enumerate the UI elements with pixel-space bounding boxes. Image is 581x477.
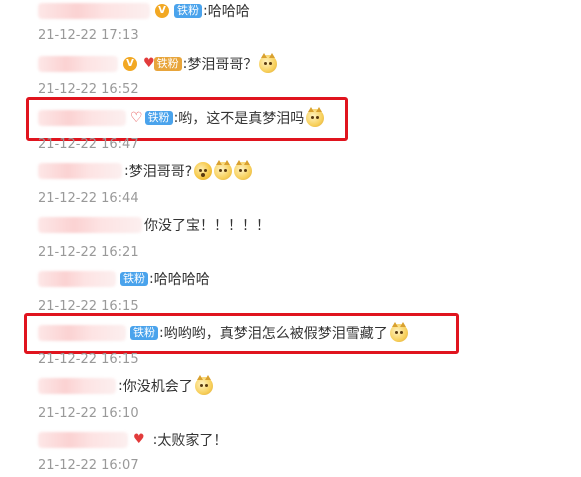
iron-fan-badge: 铁粉 [130, 326, 158, 340]
comment-time: 21-12-22 17:13 [38, 28, 139, 43]
username-blurred[interactable] [38, 378, 116, 394]
comment-text: 梦泪哥哥? [128, 164, 193, 180]
comment-text: 哟哟哟，真梦泪怎么被假梦泪雪藏了 [163, 326, 388, 342]
comment-text: 哟，这不是真梦泪吗 [178, 111, 305, 127]
comment-time: 21-12-22 16:21 [38, 245, 139, 260]
heart-icon: ♡ [130, 110, 143, 126]
dog-emoji-icon [214, 160, 233, 180]
comment-text: 哈哈哈 [207, 4, 250, 20]
comment-time: 21-12-22 16:52 [38, 82, 139, 97]
dog-emoji-icon [234, 160, 253, 180]
comment-7: 铁粉 : 哟哟哟，真梦泪怎么被假梦泪雪藏了 [38, 322, 408, 344]
comment-5: 你没了宝！！！！！ [38, 214, 270, 236]
comment-time: 21-12-22 16:47 [38, 137, 139, 152]
iron-fan-badge: 铁粉 [120, 272, 148, 286]
comment-text: 太败家了！ [157, 433, 228, 449]
vip-icon: V [155, 4, 169, 18]
comment-time: 21-12-22 16:15 [38, 352, 139, 367]
vip-icon: V [123, 57, 137, 71]
surprised-emoji-icon [194, 162, 213, 180]
username-blurred[interactable] [38, 217, 142, 233]
comment-time: 21-12-22 16:10 [38, 406, 139, 421]
iron-fan-badge: 铁粉 [144, 111, 173, 125]
dog-emoji-icon [389, 322, 408, 342]
comment-time: 21-12-22 16:07 [38, 458, 139, 473]
heart-badge-icon: ♥ 铁粉 [143, 57, 183, 71]
comment-9: ♥ : 太败家了！ [38, 429, 227, 451]
username-blurred[interactable] [38, 432, 128, 448]
comment-8: : 你没机会了 [38, 375, 213, 397]
comment-time: 21-12-22 16:44 [38, 191, 139, 206]
heart-badge-icon: ♥ [133, 432, 145, 447]
comment-text: 你没了宝！！！！！ [144, 218, 270, 234]
dog-emoji-icon [259, 53, 278, 73]
username-blurred[interactable] [38, 325, 126, 341]
username-blurred[interactable] [38, 163, 122, 179]
comment-3: ♡ 铁粉 : 哟，这不是真梦泪吗 [38, 107, 325, 129]
iron-fan-badge: 铁粉 [174, 4, 202, 18]
comment-2: V ♥ 铁粉 : 梦泪哥哥？ [38, 53, 278, 75]
username-blurred[interactable] [38, 271, 116, 287]
username-blurred[interactable] [38, 110, 126, 126]
dog-emoji-icon [194, 375, 213, 395]
comment-4: : 梦泪哥哥? [38, 160, 253, 182]
comment-1: V 铁粉 : 哈哈哈 [38, 0, 250, 22]
comment-time: 21-12-22 16:15 [38, 299, 139, 314]
comment-text: 梦泪哥哥？ [187, 57, 258, 73]
dog-emoji-icon [306, 107, 325, 127]
comment-6: 铁粉 : 哈哈哈哈 [38, 268, 210, 290]
username-blurred[interactable] [38, 56, 118, 72]
comment-text: 你没机会了 [122, 379, 193, 395]
username-blurred[interactable] [38, 3, 150, 19]
comment-text: 哈哈哈哈 [153, 272, 210, 288]
